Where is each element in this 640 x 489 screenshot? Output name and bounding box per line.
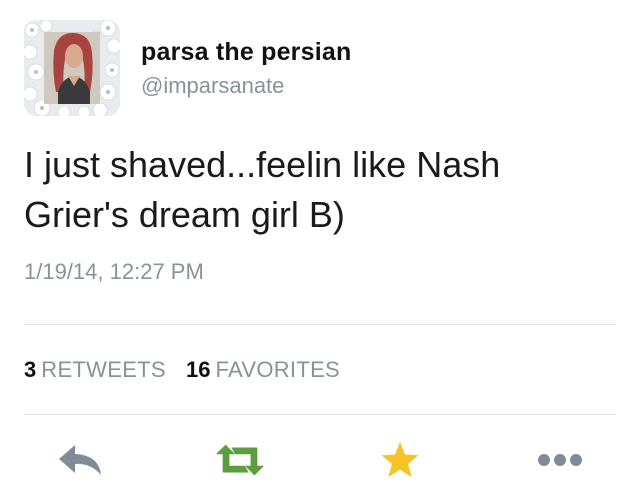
display-name[interactable]: parsa the persian xyxy=(141,38,351,67)
more-button[interactable] xyxy=(534,438,586,482)
tweet-stats: 3 RETWEETS 16 FAVORITES xyxy=(24,357,354,383)
tweet-timestamp: 1/19/14, 12:27 PM xyxy=(24,259,204,284)
retweets-stat[interactable]: 3 RETWEETS xyxy=(24,357,166,383)
retweets-count: 3 xyxy=(24,357,37,382)
favorites-stat[interactable]: 16 FAVORITES xyxy=(186,357,340,383)
retweet-icon xyxy=(215,444,265,476)
tweet-text: I just shaved...feelin like Nash Grier's… xyxy=(24,144,501,235)
divider xyxy=(24,414,616,415)
star-icon xyxy=(381,442,419,477)
reply-button[interactable] xyxy=(54,438,106,482)
avatar[interactable] xyxy=(24,20,120,116)
favorites-label: FAVORITES xyxy=(215,357,341,382)
divider xyxy=(24,324,616,325)
reply-icon xyxy=(59,445,101,475)
retweets-label: RETWEETS xyxy=(41,357,166,382)
tweet-detail: parsa the persian @imparsanate I just sh… xyxy=(0,0,640,489)
more-icon xyxy=(538,454,582,466)
user-handle[interactable]: @imparsanate xyxy=(141,73,284,99)
favorite-button[interactable] xyxy=(374,438,426,482)
retweet-button[interactable] xyxy=(214,438,266,482)
avatar-image xyxy=(24,20,120,116)
favorites-count: 16 xyxy=(186,357,211,382)
